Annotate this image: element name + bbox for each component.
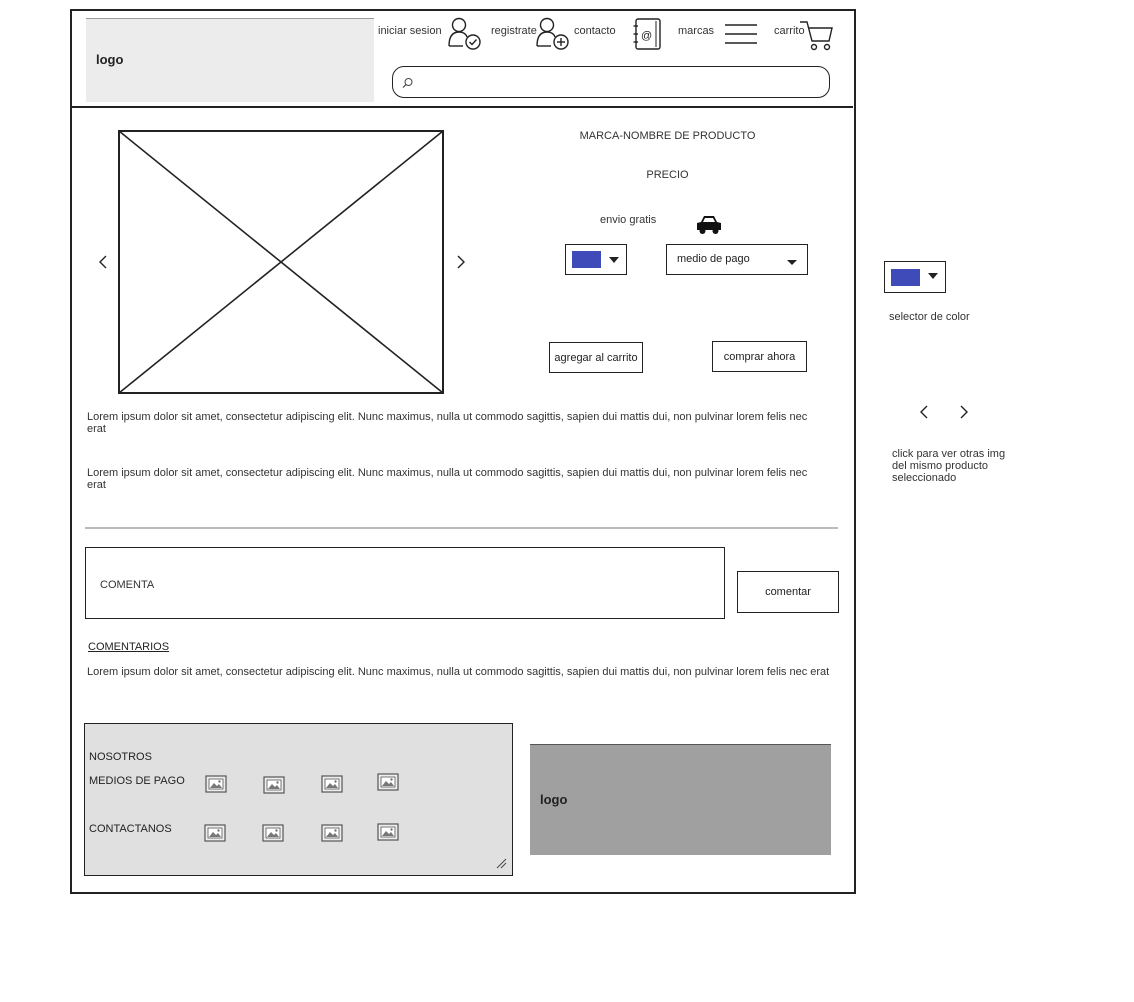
header-logo[interactable] (86, 18, 374, 102)
search-icon[interactable] (402, 77, 414, 89)
chevron-down-icon (787, 260, 797, 265)
header-divider (71, 106, 853, 108)
annotation-color-swatch (891, 269, 920, 286)
contact-image-icon[interactable] (377, 823, 399, 841)
contact-image-icon[interactable] (204, 824, 226, 842)
comment-item: Lorem ipsum dolor sit amet, consectetur … (87, 666, 830, 678)
payment-image-icon (377, 773, 399, 791)
dropdown-arrow-icon (609, 257, 619, 263)
search-input[interactable] (392, 66, 830, 98)
comments-heading: COMENTARIOS (88, 641, 170, 653)
payment-image-icon (263, 776, 285, 794)
nav-brands-label[interactable]: marcas (678, 25, 714, 37)
product-description-2: Lorem ipsum dolor sit amet, consectetur … (87, 467, 808, 491)
footer-logo[interactable] (530, 744, 831, 855)
comment-placeholder: COMENTA (100, 579, 155, 591)
comment-submit-button[interactable]: comentar (737, 571, 839, 613)
section-divider (85, 527, 838, 529)
payment-select-value: medio de pago (677, 253, 750, 265)
user-check-icon[interactable] (447, 16, 483, 52)
nav-contact-label[interactable]: contacto (574, 25, 616, 37)
product-price: PRECIO (646, 169, 689, 181)
chevron-right-icon[interactable] (958, 404, 970, 420)
chevron-right-icon[interactable] (455, 254, 467, 270)
comment-input[interactable] (85, 547, 725, 619)
product-description-1: Lorem ipsum dolor sit amet, consectetur … (87, 411, 808, 435)
footer-logo-text: logo (540, 792, 568, 807)
footer-info (84, 723, 513, 876)
nav-register-label[interactable]: registrate (491, 25, 537, 37)
contact-image-icon[interactable] (262, 824, 284, 842)
product-image[interactable] (118, 130, 444, 394)
resize-handle-icon[interactable] (495, 857, 507, 869)
chevron-left-icon[interactable] (97, 254, 109, 270)
address-book-icon[interactable]: @ (632, 17, 664, 51)
dropdown-arrow-icon (928, 273, 938, 279)
footer-about-link[interactable]: NOSOTROS (89, 751, 152, 763)
header-logo-text: logo (96, 52, 124, 67)
product-title: MARCA-NOMBRE DE PRODUCTO (579, 130, 756, 142)
payment-image-icon (321, 775, 343, 793)
color-selector-note: selector de color (889, 311, 970, 323)
footer-payment-methods: MEDIOS DE PAGO (89, 775, 185, 787)
gallery-note: click para ver otras img del mismo produ… (892, 448, 1006, 484)
nav-login-label[interactable]: iniciar sesion (378, 25, 442, 37)
hamburger-menu-icon[interactable] (724, 22, 758, 46)
add-to-cart-button[interactable]: agregar al carrito (549, 342, 643, 373)
svg-text:@: @ (641, 30, 652, 42)
user-add-icon[interactable] (535, 16, 571, 52)
footer-contact-us[interactable]: CONTACTANOS (89, 823, 172, 835)
payment-image-icon (205, 775, 227, 793)
chevron-left-icon[interactable] (918, 404, 930, 420)
shipping-label: envio gratis (600, 214, 657, 226)
color-swatch (572, 251, 601, 268)
car-icon (697, 216, 721, 234)
buy-now-button[interactable]: comprar ahora (712, 341, 807, 372)
contact-image-icon[interactable] (321, 824, 343, 842)
shopping-cart-icon[interactable] (798, 19, 834, 53)
